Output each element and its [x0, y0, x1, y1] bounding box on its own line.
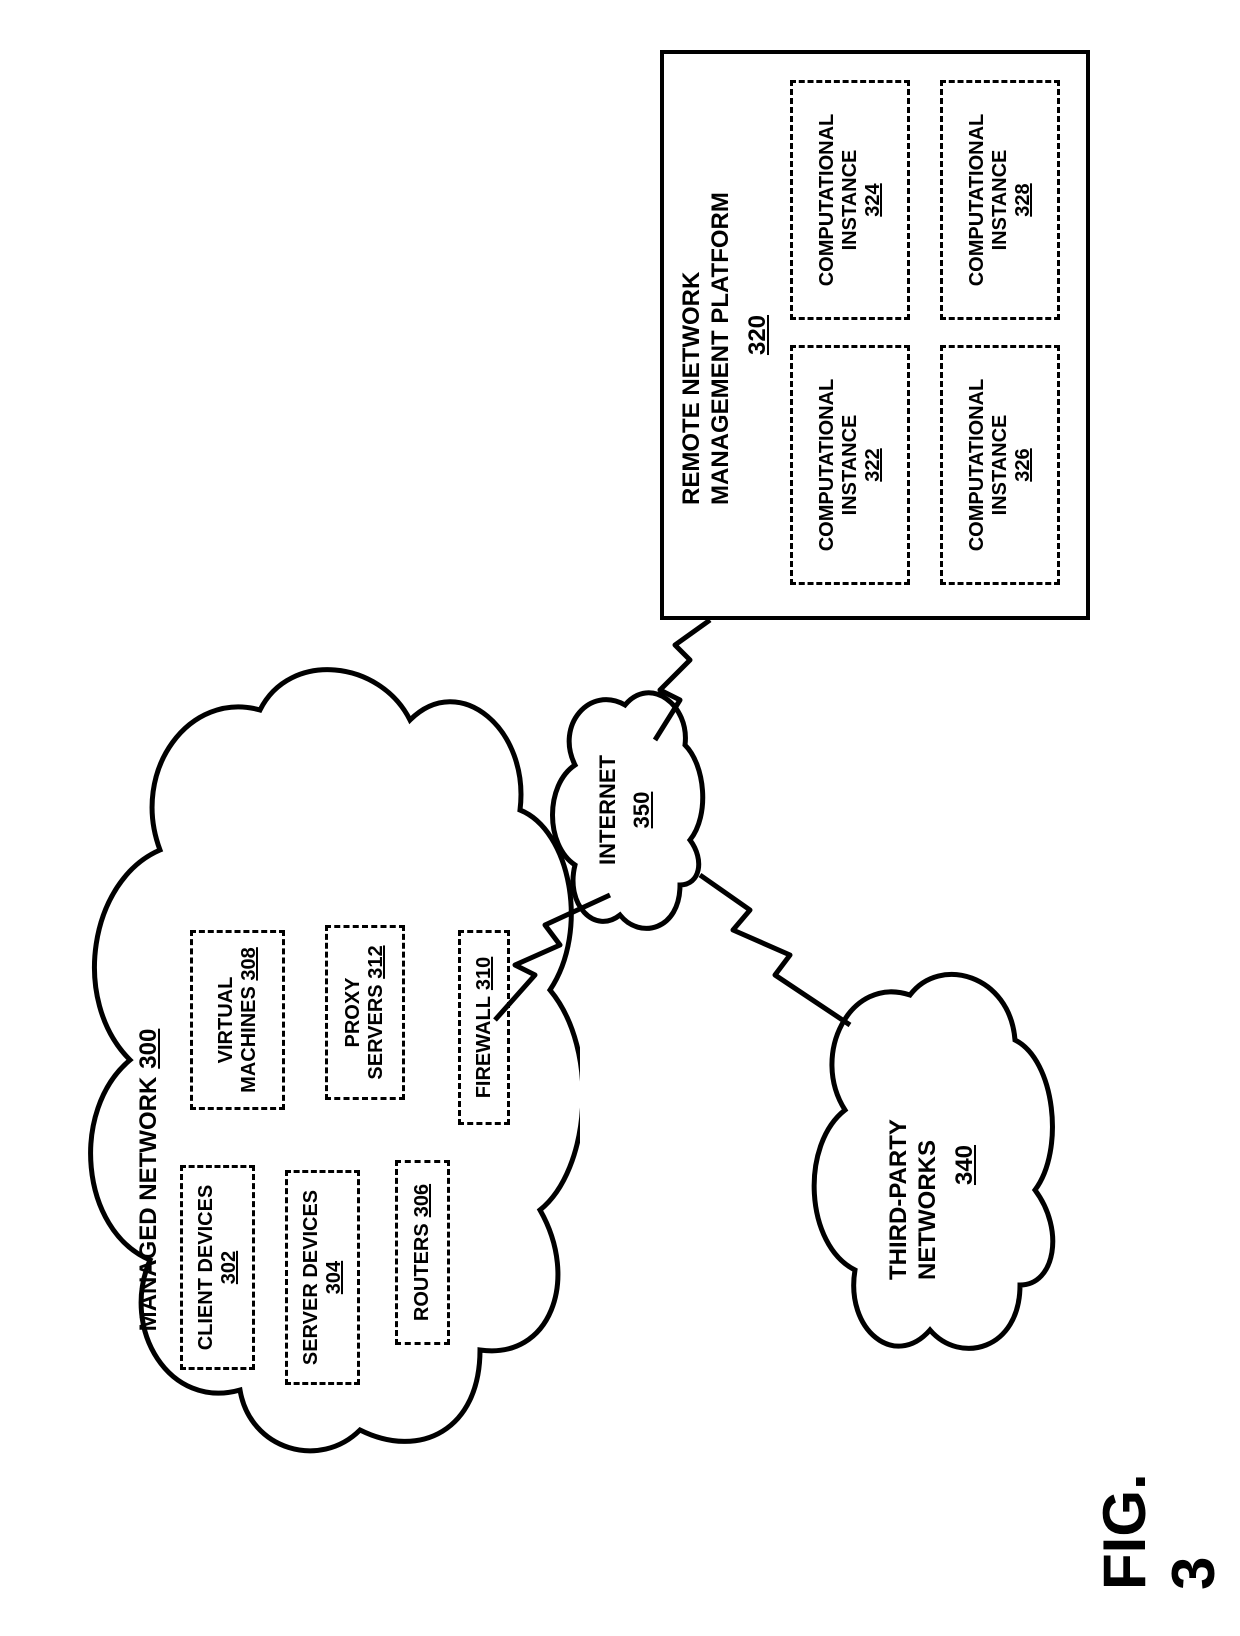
internet-label: INTERNET [595, 755, 621, 865]
routers-ref: 306 [411, 1184, 434, 1217]
instance-326-ref: 326 [1012, 448, 1035, 481]
conn-internet-to-thirdparty [695, 870, 855, 1030]
instance-324-ref: 324 [862, 183, 885, 216]
platform-box: REMOTE NETWORK MANAGEMENT PLATFORM 320 C… [660, 50, 1090, 620]
client-devices-ref: 302 [218, 1251, 241, 1284]
client-devices-label: CLIENT DEVICES [195, 1185, 218, 1351]
managed-network-ref: 300 [135, 1029, 163, 1069]
third-party-ref: 340 [951, 1145, 980, 1185]
managed-network-cloud: MANAGED NETWORK 300 CLIENT DEVICES 302 V… [60, 660, 580, 1470]
virtual-machines-ref: 308 [238, 947, 260, 980]
instance-328: COMPUTATIONAL INSTANCE 328 [940, 80, 1060, 320]
box-routers: ROUTERS 306 [395, 1160, 450, 1345]
box-proxy-servers: PROXY SERVERS 312 [325, 925, 405, 1100]
conn-managed-to-internet [490, 895, 620, 1025]
instance-324: COMPUTATIONAL INSTANCE 324 [790, 80, 910, 320]
instance-322-ref: 322 [862, 448, 885, 481]
instance-324-label: COMPUTATIONAL INSTANCE [816, 83, 862, 317]
instance-326-label: COMPUTATIONAL INSTANCE [966, 348, 1012, 582]
proxy-servers-label: PROXY SERVERS [342, 977, 387, 1079]
managed-network-title: MANAGED NETWORK [135, 1077, 163, 1332]
platform-ref: 320 [744, 315, 773, 355]
instance-326: COMPUTATIONAL INSTANCE 326 [940, 345, 1060, 585]
box-virtual-machines: VIRTUAL MACHINES 308 [190, 930, 285, 1110]
box-client-devices: CLIENT DEVICES 302 [180, 1165, 255, 1370]
virtual-machines-label: VIRTUAL MACHINES [215, 977, 260, 1093]
third-party-label: THIRD-PARTY NETWORKS [885, 1050, 943, 1280]
instance-328-label: COMPUTATIONAL INSTANCE [966, 83, 1012, 317]
box-server-devices: SERVER DEVICES 304 [285, 1170, 360, 1385]
figure-label: FIG. 3 [1090, 1440, 1228, 1590]
server-devices-ref: 304 [323, 1261, 346, 1294]
proxy-servers-ref: 312 [365, 945, 387, 978]
instance-328-ref: 328 [1012, 183, 1035, 216]
internet-ref: 350 [629, 792, 655, 829]
server-devices-label: SERVER DEVICES [300, 1190, 323, 1365]
conn-internet-to-platform [650, 620, 720, 740]
routers-label: ROUTERS [411, 1223, 434, 1321]
instance-322: COMPUTATIONAL INSTANCE 322 [790, 345, 910, 585]
platform-title: REMOTE NETWORK MANAGEMENT PLATFORM [678, 165, 736, 505]
instance-322-label: COMPUTATIONAL INSTANCE [816, 348, 862, 582]
diagram-stage: MANAGED NETWORK 300 CLIENT DEVICES 302 V… [0, 0, 1240, 1636]
